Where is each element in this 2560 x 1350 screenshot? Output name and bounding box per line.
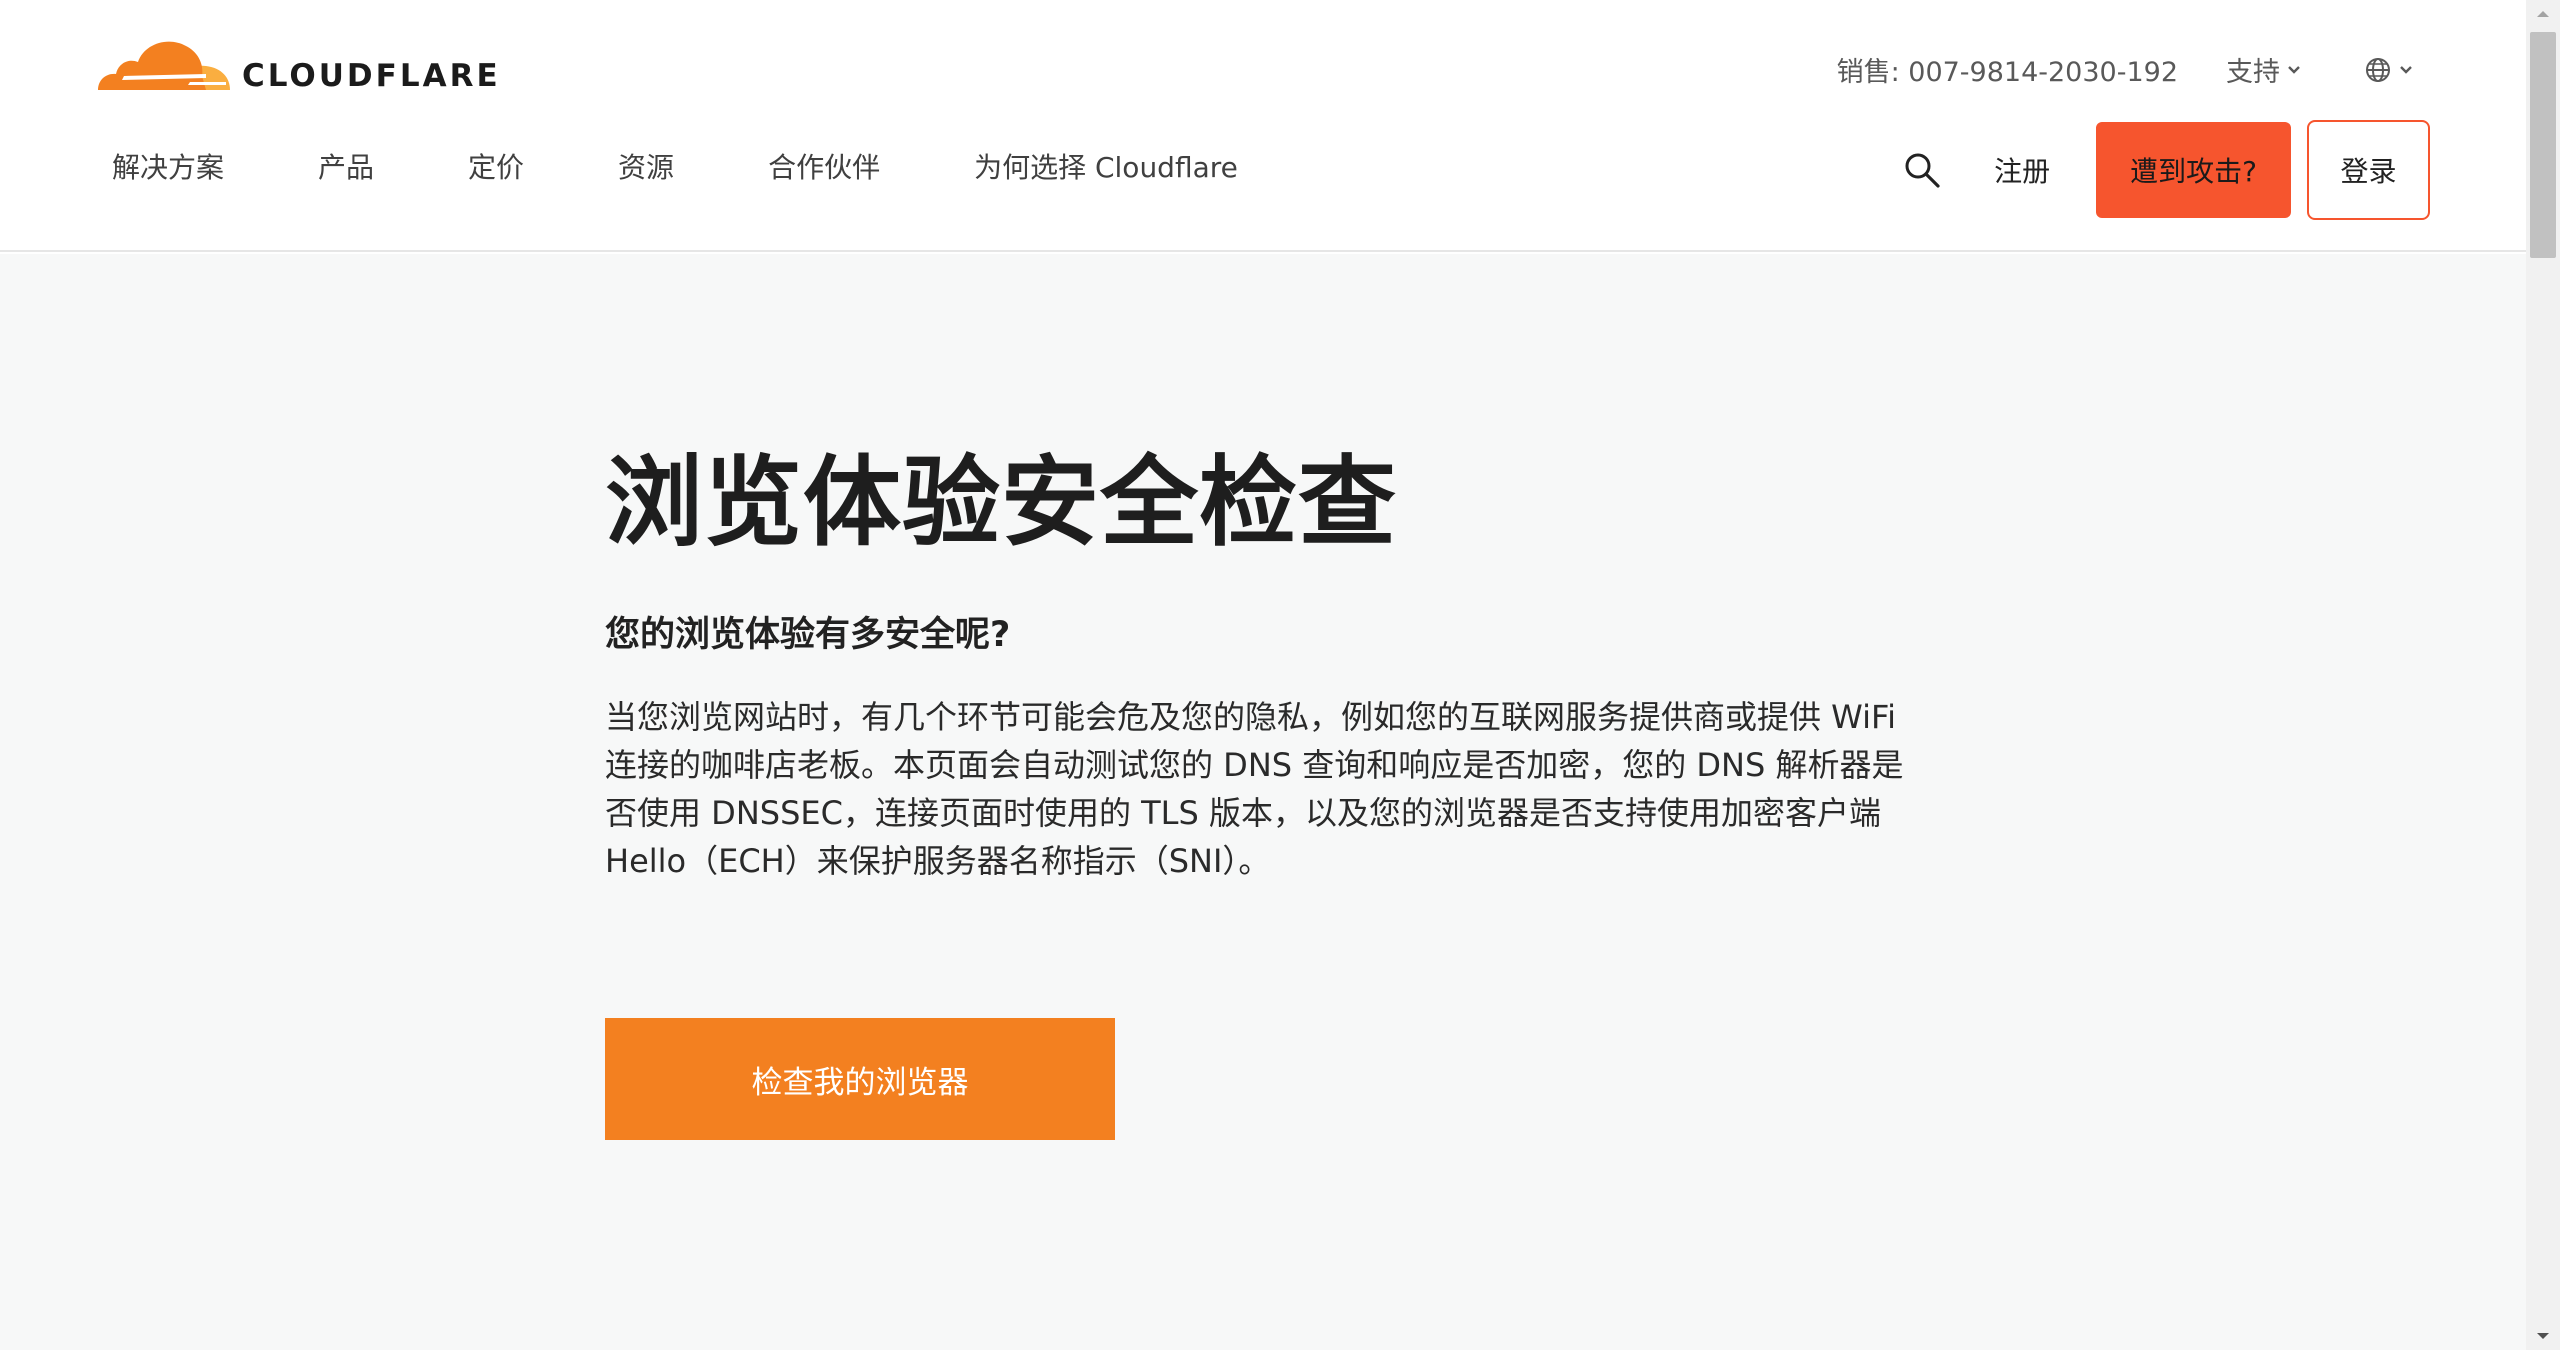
login-button[interactable]: 登录 — [2307, 120, 2430, 220]
nav-item-pricing[interactable]: 定价 — [468, 146, 524, 186]
main-nav: 解决方案 产品 定价 资源 合作伙伴 为何选择 Cloudflare — [112, 146, 1332, 186]
chevron-down-icon — [2400, 65, 2412, 74]
scroll-up-arrow-icon[interactable] — [2526, 0, 2560, 28]
nav-item-resources[interactable]: 资源 — [618, 146, 674, 186]
intro-section: 浏览体验安全检查 您的浏览体验有多安全呢? 当您浏览网站时，有几个环节可能会危及… — [605, 446, 1905, 885]
scrollbar-thumb[interactable] — [2530, 32, 2556, 258]
nav-item-products[interactable]: 产品 — [318, 146, 374, 186]
chevron-down-icon — [2288, 65, 2300, 74]
under-attack-button[interactable]: 遭到攻击? — [2096, 122, 2291, 218]
scroll-down-arrow-icon[interactable] — [2526, 1322, 2560, 1350]
nav-item-partners[interactable]: 合作伙伴 — [768, 146, 880, 186]
globe-icon — [2366, 57, 2390, 82]
nav-item-solutions[interactable]: 解决方案 — [112, 146, 224, 186]
utility-bar: 销售: 007-9814-2030-192 支持 — [1837, 50, 2414, 89]
search-icon — [1905, 153, 1940, 188]
check-browser-button[interactable]: 检查我的浏览器 — [605, 1018, 1115, 1140]
signup-link[interactable]: 注册 — [1994, 150, 2050, 190]
logo-wordmark: CLOUDFLARE — [242, 58, 501, 94]
page-subtitle: 您的浏览体验有多安全呢? — [605, 614, 1011, 655]
page-title: 浏览体验安全检查 — [605, 446, 1398, 560]
cloudflare-logo[interactable]: CLOUDFLARE — [94, 30, 501, 96]
search-button[interactable] — [1900, 148, 1944, 192]
page-scrollbar[interactable] — [2526, 0, 2560, 1350]
cloud-logo-icon — [98, 41, 230, 90]
nav-item-why-cloudflare[interactable]: 为何选择 Cloudflare — [974, 146, 1238, 186]
page-description: 当您浏览网站时，有几个环节可能会危及您的隐私，例如您的互联网服务提供商或提供 W… — [605, 697, 1904, 880]
site-header: CLOUDFLARE 销售: 007-9814-2030-192 支持 解决方案… — [0, 0, 2526, 252]
header-actions: 注册 遭到攻击? 登录 — [1900, 120, 2430, 220]
main-content: 浏览体验安全检查 您的浏览体验有多安全呢? 当您浏览网站时，有几个环节可能会危及… — [0, 254, 2526, 1350]
support-label: 支持 — [2226, 57, 2280, 88]
sales-phone[interactable]: 销售: 007-9814-2030-192 — [1837, 50, 2178, 89]
language-selector[interactable] — [2364, 56, 2414, 84]
support-menu[interactable]: 支持 — [2226, 50, 2302, 89]
